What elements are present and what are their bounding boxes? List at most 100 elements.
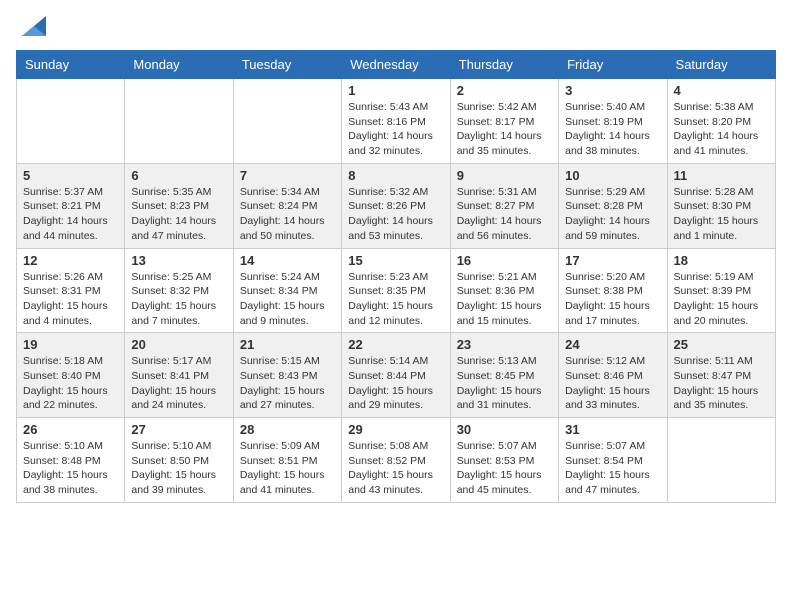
day-info: Sunrise: 5:25 AM Sunset: 8:32 PM Dayligh… <box>131 270 226 329</box>
day-info: Sunrise: 5:14 AM Sunset: 8:44 PM Dayligh… <box>348 354 443 413</box>
day-number: 27 <box>131 422 226 437</box>
day-info: Sunrise: 5:17 AM Sunset: 8:41 PM Dayligh… <box>131 354 226 413</box>
calendar-cell: 26 Sunrise: 5:10 AM Sunset: 8:48 PM Dayli… <box>17 418 125 503</box>
calendar-cell: 25Sunrise: 5:11 AM Sunset: 8:47 PM Dayli… <box>667 333 775 418</box>
calendar-cell: 24 Sunrise: 5:12 AM Sunset: 8:46 PM Dayli… <box>559 333 667 418</box>
day-info: Sunrise: 5:23 AM Sunset: 8:35 PM Dayligh… <box>348 270 443 329</box>
day-info: Sunrise: 5:31 AM Sunset: 8:27 PM Dayligh… <box>457 185 552 244</box>
day-of-week-header: Friday <box>559 51 667 79</box>
calendar-cell: 3Sunrise: 5:40 AM Sunset: 8:19 PM Daylig… <box>559 79 667 164</box>
calendar-cell: 17 Sunrise: 5:20 AM Sunset: 8:38 PM Dayli… <box>559 248 667 333</box>
calendar-week-row: 19 Sunrise: 5:18 AM Sunset: 8:40 PM Dayli… <box>17 333 776 418</box>
day-number: 14 <box>240 253 335 268</box>
day-info: Sunrise: 5:29 AM Sunset: 8:28 PM Dayligh… <box>565 185 660 244</box>
day-number: 18 <box>674 253 769 268</box>
day-info: Sunrise: 5:12 AM Sunset: 8:46 PM Dayligh… <box>565 354 660 413</box>
day-of-week-header: Wednesday <box>342 51 450 79</box>
day-info: Sunrise: 5:26 AM Sunset: 8:31 PM Dayligh… <box>23 270 118 329</box>
day-of-week-header: Tuesday <box>233 51 341 79</box>
day-info: Sunrise: 5:28 AM Sunset: 8:30 PM Dayligh… <box>674 185 769 244</box>
calendar-week-row: 12 Sunrise: 5:26 AM Sunset: 8:31 PM Dayli… <box>17 248 776 333</box>
calendar-cell: 7 Sunrise: 5:34 AM Sunset: 8:24 PM Daylig… <box>233 163 341 248</box>
calendar-cell: 14 Sunrise: 5:24 AM Sunset: 8:34 PM Dayli… <box>233 248 341 333</box>
calendar-cell: 6 Sunrise: 5:35 AM Sunset: 8:23 PM Daylig… <box>125 163 233 248</box>
day-info: Sunrise: 5:34 AM Sunset: 8:24 PM Dayligh… <box>240 185 335 244</box>
day-info: Sunrise: 5:09 AM Sunset: 8:51 PM Dayligh… <box>240 439 335 498</box>
calendar-cell: 8Sunrise: 5:32 AM Sunset: 8:26 PM Daylig… <box>342 163 450 248</box>
calendar-cell: 16 Sunrise: 5:21 AM Sunset: 8:36 PM Dayli… <box>450 248 558 333</box>
calendar-cell: 10 Sunrise: 5:29 AM Sunset: 8:28 PM Dayli… <box>559 163 667 248</box>
day-info: Sunrise: 5:07 AM Sunset: 8:54 PM Dayligh… <box>565 439 660 498</box>
calendar-cell: 27 Sunrise: 5:10 AM Sunset: 8:50 PM Dayli… <box>125 418 233 503</box>
day-number: 20 <box>131 337 226 352</box>
day-number: 19 <box>23 337 118 352</box>
calendar-cell: 4Sunrise: 5:38 AM Sunset: 8:20 PM Daylig… <box>667 79 775 164</box>
calendar-cell <box>17 79 125 164</box>
calendar-cell: 5 Sunrise: 5:37 AM Sunset: 8:21 PM Daylig… <box>17 163 125 248</box>
day-number: 23 <box>457 337 552 352</box>
day-number: 10 <box>565 168 660 183</box>
calendar-cell: 30 Sunrise: 5:07 AM Sunset: 8:53 PM Dayli… <box>450 418 558 503</box>
day-info: Sunrise: 5:18 AM Sunset: 8:40 PM Dayligh… <box>23 354 118 413</box>
calendar-table: SundayMondayTuesdayWednesdayThursdayFrid… <box>16 50 776 503</box>
day-number: 2 <box>457 83 552 98</box>
calendar-cell <box>667 418 775 503</box>
day-number: 15 <box>348 253 443 268</box>
calendar-cell: 20 Sunrise: 5:17 AM Sunset: 8:41 PM Dayli… <box>125 333 233 418</box>
day-number: 22 <box>348 337 443 352</box>
calendar-cell: 1Sunrise: 5:43 AM Sunset: 8:16 PM Daylig… <box>342 79 450 164</box>
calendar-cell: 29 Sunrise: 5:08 AM Sunset: 8:52 PM Dayli… <box>342 418 450 503</box>
calendar-cell: 9 Sunrise: 5:31 AM Sunset: 8:27 PM Daylig… <box>450 163 558 248</box>
day-number: 12 <box>23 253 118 268</box>
calendar-week-row: 1Sunrise: 5:43 AM Sunset: 8:16 PM Daylig… <box>17 79 776 164</box>
day-number: 5 <box>23 168 118 183</box>
day-info: Sunrise: 5:15 AM Sunset: 8:43 PM Dayligh… <box>240 354 335 413</box>
day-info: Sunrise: 5:21 AM Sunset: 8:36 PM Dayligh… <box>457 270 552 329</box>
day-number: 8 <box>348 168 443 183</box>
day-of-week-header: Thursday <box>450 51 558 79</box>
day-info: Sunrise: 5:10 AM Sunset: 8:48 PM Dayligh… <box>23 439 118 498</box>
day-number: 29 <box>348 422 443 437</box>
day-of-week-header: Monday <box>125 51 233 79</box>
calendar-cell: 21 Sunrise: 5:15 AM Sunset: 8:43 PM Dayli… <box>233 333 341 418</box>
day-info: Sunrise: 5:10 AM Sunset: 8:50 PM Dayligh… <box>131 439 226 498</box>
calendar-cell: 19 Sunrise: 5:18 AM Sunset: 8:40 PM Dayli… <box>17 333 125 418</box>
day-info: Sunrise: 5:07 AM Sunset: 8:53 PM Dayligh… <box>457 439 552 498</box>
calendar-header-row: SundayMondayTuesdayWednesdayThursdayFrid… <box>17 51 776 79</box>
day-number: 31 <box>565 422 660 437</box>
day-of-week-header: Sunday <box>17 51 125 79</box>
day-info: Sunrise: 5:24 AM Sunset: 8:34 PM Dayligh… <box>240 270 335 329</box>
calendar-cell: 11Sunrise: 5:28 AM Sunset: 8:30 PM Dayli… <box>667 163 775 248</box>
calendar-cell <box>233 79 341 164</box>
logo-icon <box>18 12 46 40</box>
day-number: 7 <box>240 168 335 183</box>
day-number: 17 <box>565 253 660 268</box>
day-number: 28 <box>240 422 335 437</box>
day-number: 16 <box>457 253 552 268</box>
day-info: Sunrise: 5:37 AM Sunset: 8:21 PM Dayligh… <box>23 185 118 244</box>
calendar-week-row: 5 Sunrise: 5:37 AM Sunset: 8:21 PM Daylig… <box>17 163 776 248</box>
day-number: 9 <box>457 168 552 183</box>
day-number: 1 <box>348 83 443 98</box>
calendar-cell: 22 Sunrise: 5:14 AM Sunset: 8:44 PM Dayli… <box>342 333 450 418</box>
day-info: Sunrise: 5:40 AM Sunset: 8:19 PM Dayligh… <box>565 100 660 159</box>
day-number: 21 <box>240 337 335 352</box>
calendar-cell: 13Sunrise: 5:25 AM Sunset: 8:32 PM Dayli… <box>125 248 233 333</box>
calendar-cell: 2 Sunrise: 5:42 AM Sunset: 8:17 PM Daylig… <box>450 79 558 164</box>
day-info: Sunrise: 5:19 AM Sunset: 8:39 PM Dayligh… <box>674 270 769 329</box>
calendar-cell: 28 Sunrise: 5:09 AM Sunset: 8:51 PM Dayli… <box>233 418 341 503</box>
day-number: 6 <box>131 168 226 183</box>
day-number: 26 <box>23 422 118 437</box>
day-info: Sunrise: 5:20 AM Sunset: 8:38 PM Dayligh… <box>565 270 660 329</box>
day-number: 24 <box>565 337 660 352</box>
calendar-cell: 12 Sunrise: 5:26 AM Sunset: 8:31 PM Dayli… <box>17 248 125 333</box>
day-info: Sunrise: 5:42 AM Sunset: 8:17 PM Dayligh… <box>457 100 552 159</box>
day-info: Sunrise: 5:08 AM Sunset: 8:52 PM Dayligh… <box>348 439 443 498</box>
day-number: 4 <box>674 83 769 98</box>
day-number: 30 <box>457 422 552 437</box>
day-of-week-header: Saturday <box>667 51 775 79</box>
page-header <box>16 16 776 40</box>
day-number: 25 <box>674 337 769 352</box>
day-info: Sunrise: 5:35 AM Sunset: 8:23 PM Dayligh… <box>131 185 226 244</box>
calendar-cell: 31 Sunrise: 5:07 AM Sunset: 8:54 PM Dayli… <box>559 418 667 503</box>
